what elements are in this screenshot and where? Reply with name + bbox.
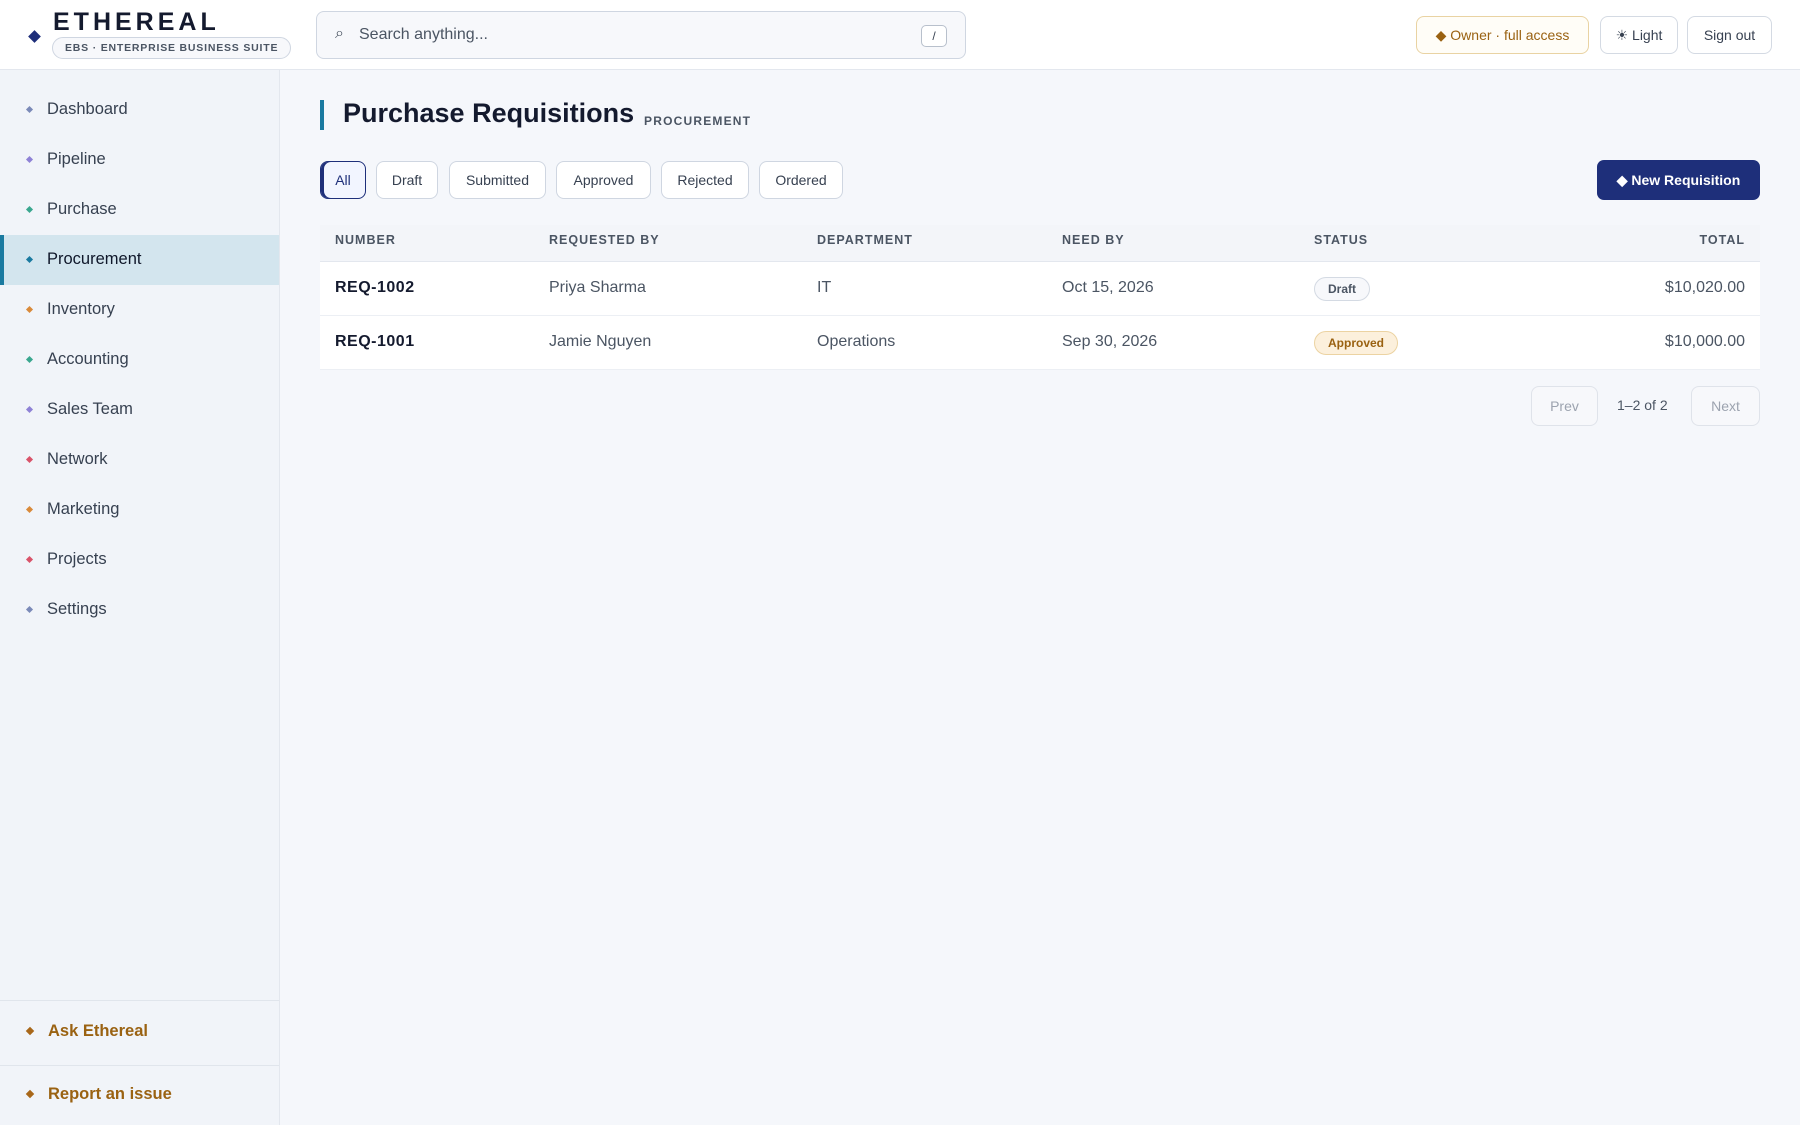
table-row[interactable]: REQ-1002 Priya Sharma IT Oct 15, 2026 Dr… — [320, 262, 1760, 316]
cell-requested-by: Jamie Nguyen — [549, 333, 652, 350]
ask-ethereal-label: Ask Ethereal — [48, 1022, 148, 1040]
table-row[interactable]: REQ-1001 Jamie Nguyen Operations Sep 30,… — [320, 316, 1760, 370]
role-badge-button[interactable]: ◆ Owner · full access — [1416, 16, 1589, 54]
sidebar-item-accounting[interactable]: Accounting — [0, 335, 279, 385]
diamond-icon — [25, 155, 34, 164]
filter-all[interactable]: All — [320, 161, 366, 199]
cell-total: $10,020.00 — [1664, 279, 1745, 296]
page-subtitle: PROCUREMENT — [644, 114, 752, 128]
cell-total: $10,000.00 — [1664, 333, 1745, 350]
status-badge: Draft — [1314, 277, 1371, 301]
theme-toggle-button[interactable]: ☀ Light — [1600, 16, 1678, 54]
sidebar-item-network[interactable]: Network — [0, 435, 279, 485]
column-header-department[interactable]: DEPARTMENT — [817, 233, 913, 247]
filter-rejected[interactable]: Rejected — [661, 161, 749, 199]
cell-need-by: Oct 15, 2026 — [1062, 279, 1154, 296]
brand-name: ETHEREAL — [53, 8, 220, 36]
sign-out-button[interactable]: Sign out — [1687, 16, 1772, 54]
filter-submitted[interactable]: Submitted — [449, 161, 546, 199]
diamond-icon — [25, 205, 34, 214]
active-indicator — [0, 235, 4, 285]
page-title: Purchase Requisitions — [343, 98, 635, 128]
sidebar-item-label: Marketing — [47, 500, 120, 518]
ask-ethereal-link[interactable]: Ask Ethereal — [0, 1012, 279, 1052]
sidebar-item-label: Network — [47, 450, 108, 468]
cell-number[interactable]: REQ-1002 — [335, 279, 415, 297]
sidebar-item-label: Dashboard — [47, 100, 128, 118]
filter-draft[interactable]: Draft — [376, 161, 438, 199]
sidebar-item-sales-team[interactable]: Sales Team — [0, 385, 279, 435]
diamond-icon — [25, 555, 34, 564]
brand-diamond-icon — [28, 30, 41, 43]
sidebar-item-label: Settings — [47, 600, 107, 618]
pagination-range: 1–2 of 2 — [1617, 397, 1668, 413]
sidebar-item-label: Sales Team — [47, 400, 133, 418]
requisitions-table: NUMBER REQUESTED BY DEPARTMENT NEED BY S… — [320, 225, 1760, 370]
diamond-icon — [25, 355, 34, 364]
diamond-icon — [25, 105, 34, 114]
prev-page-button[interactable]: Prev — [1531, 386, 1598, 426]
status-badge: Approved — [1314, 331, 1399, 355]
filter-approved[interactable]: Approved — [556, 161, 651, 199]
sidebar-item-label: Projects — [47, 550, 107, 568]
diamond-icon — [25, 1089, 35, 1099]
diamond-icon — [25, 255, 34, 264]
sidebar-item-dashboard[interactable]: Dashboard — [0, 85, 279, 135]
sidebar-divider — [0, 1065, 279, 1066]
cell-need-by: Sep 30, 2026 — [1062, 333, 1158, 350]
new-requisition-button[interactable]: ◆ New Requisition — [1597, 160, 1760, 200]
diamond-icon — [25, 505, 34, 514]
column-header-number[interactable]: NUMBER — [335, 233, 396, 247]
sidebar-item-marketing[interactable]: Marketing — [0, 485, 279, 535]
brand-tagline: EBS · ENTERPRISE BUSINESS SUITE — [52, 37, 292, 59]
sidebar-item-pipeline[interactable]: Pipeline — [0, 135, 279, 185]
filter-ordered[interactable]: Ordered — [759, 161, 843, 199]
sidebar-item-inventory[interactable]: Inventory — [0, 285, 279, 335]
column-header-total[interactable]: TOTAL — [1699, 233, 1745, 247]
sidebar-item-label: Accounting — [47, 350, 129, 368]
sidebar-item-procurement[interactable]: Procurement — [0, 235, 279, 285]
next-page-button[interactable]: Next — [1691, 386, 1760, 426]
diamond-icon — [25, 455, 34, 464]
sidebar: Dashboard Pipeline Purchase Procurement … — [0, 70, 280, 1125]
cell-department: IT — [817, 279, 832, 296]
sidebar-divider — [0, 1000, 279, 1001]
search-box[interactable]: ⌕ / — [316, 11, 966, 59]
column-header-need-by[interactable]: NEED BY — [1062, 233, 1125, 247]
cell-requested-by: Priya Sharma — [549, 279, 646, 296]
sidebar-item-label: Pipeline — [47, 150, 106, 168]
sidebar-item-label: Procurement — [47, 250, 142, 268]
diamond-icon — [25, 605, 34, 614]
diamond-icon — [25, 1026, 35, 1036]
search-icon: ⌕ — [335, 25, 344, 42]
top-header: ETHEREAL EBS · ENTERPRISE BUSINESS SUITE… — [0, 0, 1800, 70]
column-header-status[interactable]: STATUS — [1314, 233, 1368, 247]
sidebar-item-label: Inventory — [47, 300, 115, 318]
report-issue-link[interactable]: Report an issue — [0, 1075, 279, 1115]
cell-department: Operations — [817, 333, 896, 350]
diamond-icon — [25, 405, 34, 414]
report-issue-label: Report an issue — [48, 1085, 172, 1103]
cell-number[interactable]: REQ-1001 — [335, 333, 415, 351]
search-input[interactable] — [359, 20, 899, 50]
column-header-requested-by[interactable]: REQUESTED BY — [549, 233, 660, 247]
diamond-icon — [25, 305, 34, 314]
table-header: NUMBER REQUESTED BY DEPARTMENT NEED BY S… — [320, 225, 1760, 262]
title-accent-bar — [320, 100, 324, 130]
sidebar-item-projects[interactable]: Projects — [0, 535, 279, 585]
search-shortcut-key: / — [921, 25, 947, 47]
sidebar-item-purchase[interactable]: Purchase — [0, 185, 279, 235]
sidebar-item-settings[interactable]: Settings — [0, 585, 279, 635]
sidebar-item-label: Purchase — [47, 200, 117, 218]
